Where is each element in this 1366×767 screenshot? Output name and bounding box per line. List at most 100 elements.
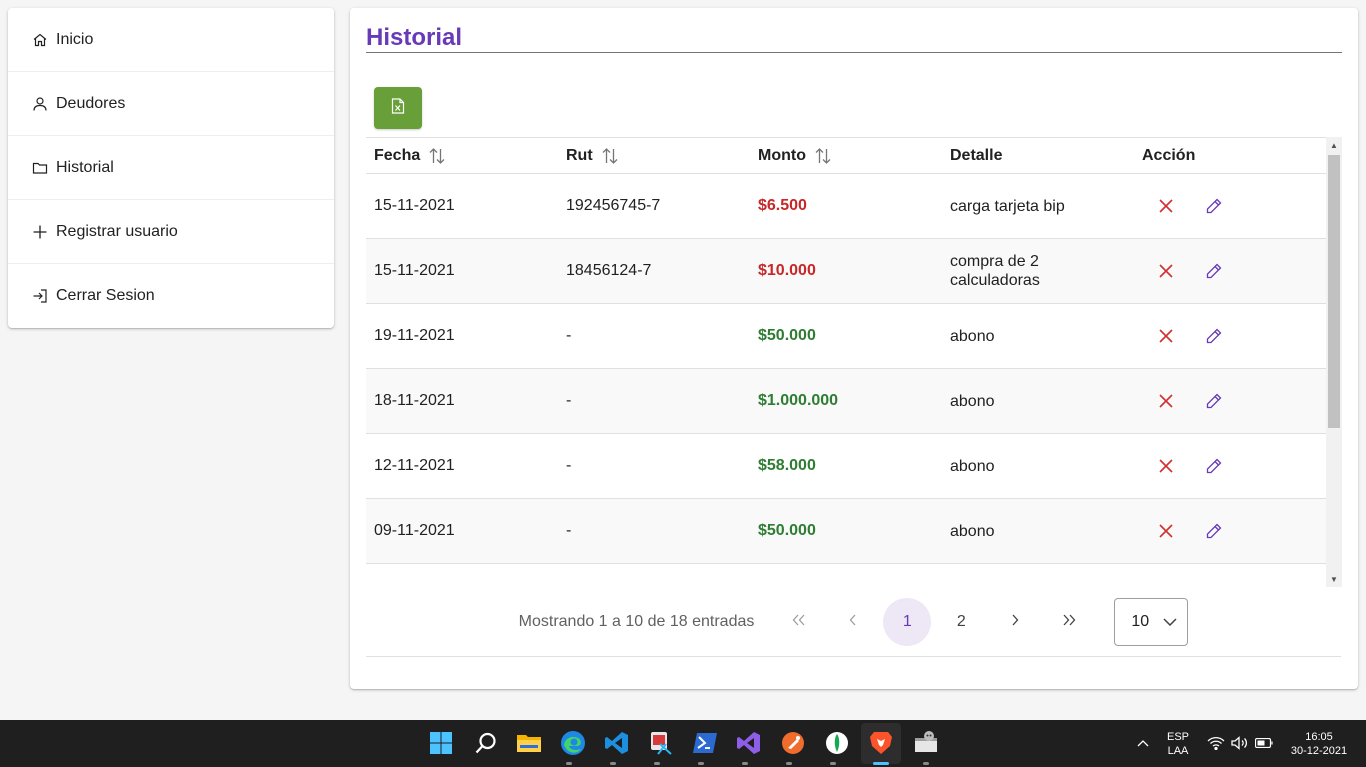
column-header-monto[interactable]: Monto: [750, 147, 942, 165]
table-row: 15-11-2021 192456745-7 $6.500 carga tarjeta…: [366, 174, 1341, 239]
brave-icon[interactable]: [868, 730, 894, 756]
file-explorer-icon[interactable]: [516, 730, 542, 756]
rows-per-page-select[interactable]: 10: [1114, 597, 1189, 646]
active-app-indicator: [873, 762, 889, 765]
folder-icon: [32, 160, 48, 176]
column-header-rut[interactable]: Rut: [558, 147, 750, 165]
delete-icon[interactable]: [1142, 316, 1190, 356]
delete-icon[interactable]: [1142, 511, 1190, 551]
language-indicator[interactable]: ESP LAA: [1160, 730, 1196, 758]
title-divider: [366, 52, 1342, 53]
scroll-up-arrow-icon[interactable]: ▲: [1326, 137, 1342, 153]
delete-icon[interactable]: [1142, 186, 1190, 226]
table-scrollbar[interactable]: ▲ ▼: [1326, 137, 1342, 587]
paginator-summary: Mostrando 1 a 10 de 18 entradas: [518, 612, 755, 630]
delete-icon[interactable]: [1142, 251, 1190, 291]
sidebar-item-historial[interactable]: Historial: [8, 136, 334, 200]
user-icon: [32, 96, 48, 112]
edit-pencil-icon[interactable]: [1190, 251, 1238, 291]
powershell-icon[interactable]: [692, 730, 718, 756]
running-indicator: [610, 762, 616, 765]
sidebar-item-cerrar-sesion[interactable]: Cerrar Sesion: [8, 264, 334, 328]
column-label: Fecha: [374, 146, 421, 164]
running-indicator: [742, 762, 748, 765]
running-indicator: [923, 762, 929, 765]
table-header: Fecha Rut Monto Detalle Acción: [366, 138, 1341, 174]
cell-monto: $58.000: [758, 457, 816, 474]
cell-fecha: 19-11-2021: [374, 327, 455, 344]
cell-accion: [1134, 381, 1324, 421]
column-label: Rut: [566, 146, 593, 164]
cell-detalle: carga tarjeta bip: [950, 197, 1065, 215]
delete-icon[interactable]: [1142, 576, 1190, 587]
sidebar-item-label: Cerrar Sesion: [56, 287, 155, 304]
first-page-button[interactable]: [775, 598, 823, 646]
column-header-accion: Acción: [1134, 147, 1324, 165]
cell-monto: $1.000.000: [758, 392, 839, 409]
scroll-thumb[interactable]: [1328, 155, 1340, 428]
search-icon[interactable]: [473, 730, 499, 756]
cell-detalle: compra de 2 calculadoras: [950, 253, 1040, 289]
sidebar-item-inicio[interactable]: Inicio: [8, 8, 334, 72]
edge-icon[interactable]: [560, 730, 586, 756]
paginator: Mostrando 1 a 10 de 18 entradas 1 2 10: [366, 587, 1341, 657]
page-button-1[interactable]: 1: [883, 597, 932, 646]
sidebar-item-label: Inicio: [56, 30, 94, 48]
prev-page-button[interactable]: [829, 598, 877, 646]
cell-accion: [1134, 316, 1324, 356]
visual-studio-icon[interactable]: [736, 730, 762, 756]
column-header-fecha[interactable]: Fecha: [366, 147, 558, 165]
cell-rut: -: [566, 392, 572, 409]
next-page-button[interactable]: [991, 598, 1039, 646]
postman-icon[interactable]: [780, 730, 806, 756]
cell-rut: 18456124-7: [566, 262, 652, 279]
clock-date: 30-12-2021: [1290, 745, 1348, 757]
chevron-right-icon: [1011, 613, 1019, 631]
volume-icon[interactable]: [1230, 730, 1250, 756]
scroll-down-arrow-icon[interactable]: ▼: [1326, 571, 1342, 587]
last-page-button[interactable]: [1045, 598, 1093, 646]
sidebar-item-label: Historial: [56, 158, 114, 176]
history-table: Fecha Rut Monto Detalle Acción 15-11-202…: [366, 137, 1341, 587]
delete-icon[interactable]: [1142, 381, 1190, 421]
sidebar-item-deudores[interactable]: Deudores: [8, 72, 334, 136]
table-row: 12-11-2021 - $58.000 abono: [366, 434, 1341, 499]
edit-pencil-icon[interactable]: [1190, 186, 1238, 226]
windows-start-icon[interactable]: [428, 730, 454, 756]
chevron-up-icon[interactable]: [1133, 730, 1153, 756]
column-label: Acción: [1142, 146, 1196, 164]
clock-time: 16:05: [1305, 731, 1333, 743]
snipping-tool-icon[interactable]: [648, 730, 674, 756]
xampp-icon[interactable]: [913, 730, 939, 756]
mongodb-compass-icon[interactable]: [824, 730, 850, 756]
windows-taskbar: ESP LAA 16:05 30-12-2021: [0, 720, 1366, 767]
table-row: $Compra de articulos de: [366, 564, 1341, 587]
cell-accion: [1134, 576, 1324, 587]
table-row: 19-11-2021 - $50.000 abono: [366, 304, 1341, 369]
keyboard-layout: LAA: [1167, 745, 1189, 757]
page-button-2[interactable]: 2: [937, 598, 985, 646]
cell-monto: $6.500: [758, 197, 807, 214]
double-chevron-right-icon: [1062, 613, 1076, 631]
column-label: Detalle: [950, 146, 1003, 164]
battery-icon[interactable]: [1254, 730, 1274, 756]
cell-fecha: 15-11-2021: [374, 262, 455, 279]
cell-rut: -: [566, 327, 572, 344]
table-body: 15-11-2021 192456745-7 $6.500 carga tarjeta…: [366, 174, 1341, 587]
cell-fecha: 18-11-2021: [374, 392, 455, 409]
clock[interactable]: 16:05 30-12-2021: [1284, 730, 1354, 758]
edit-pencil-icon[interactable]: [1190, 511, 1238, 551]
sidebar-item-registrar-usuario[interactable]: Registrar usuario: [8, 200, 334, 264]
edit-pencil-icon[interactable]: [1190, 446, 1238, 486]
edit-pencil-icon[interactable]: [1190, 576, 1238, 587]
edit-pencil-icon[interactable]: [1190, 381, 1238, 421]
wifi-icon[interactable]: [1206, 730, 1226, 756]
edit-pencil-icon[interactable]: [1190, 316, 1238, 356]
vscode-icon[interactable]: [604, 730, 630, 756]
export-excel-button[interactable]: [374, 87, 422, 129]
language-code: ESP: [1166, 731, 1189, 743]
cell-rut: 192456745-7: [566, 197, 661, 214]
delete-icon[interactable]: [1142, 446, 1190, 486]
table-row: 18-11-2021 - $1.000.000 abono: [366, 369, 1341, 434]
cell-accion: [1134, 251, 1324, 291]
